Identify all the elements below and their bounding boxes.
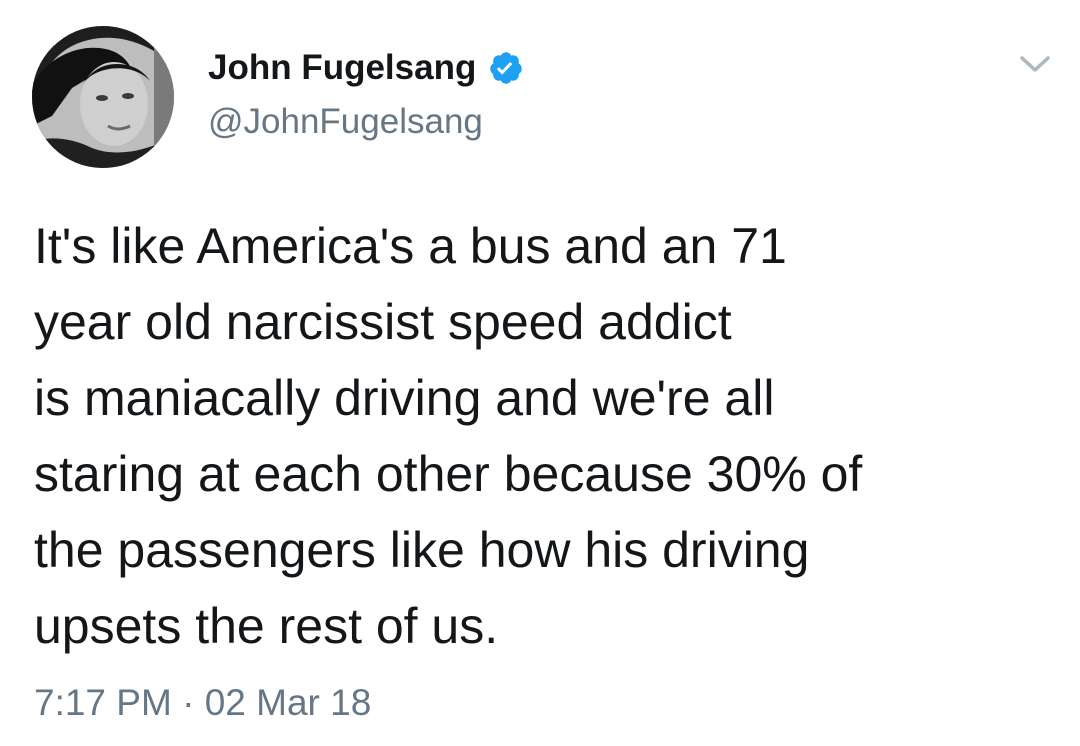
verified-badge-icon [488, 50, 524, 86]
user-handle[interactable]: @JohnFugelsang [208, 102, 524, 142]
tweet-date: 02 Mar 18 [204, 682, 372, 723]
tweet-time: 7:17 PM [34, 682, 172, 723]
tweet-card: John Fugelsang @JohnFugelsang It's like … [0, 0, 1080, 746]
tweet-timestamp[interactable]: 7:17 PM · 02 Mar 18 [34, 682, 371, 724]
tweet-text: It's like America's a bus and an 71 year… [34, 218, 863, 654]
display-name[interactable]: John Fugelsang [208, 48, 476, 88]
author-info: John Fugelsang @JohnFugelsang [208, 44, 524, 142]
chevron-down-icon[interactable] [1018, 52, 1052, 76]
profile-photo-icon [32, 26, 174, 168]
meta-separator: · [182, 682, 195, 723]
name-row: John Fugelsang [208, 44, 524, 92]
avatar[interactable] [32, 26, 174, 168]
